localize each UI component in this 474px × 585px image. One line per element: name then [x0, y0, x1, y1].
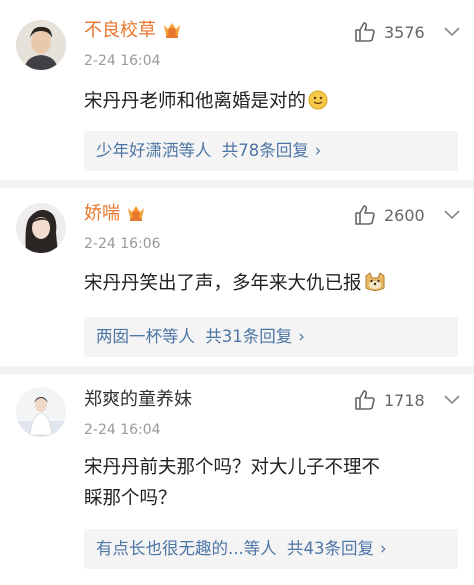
reply-summary[interactable]: 少年好潇洒等人 共78条回复 ›	[84, 131, 458, 171]
comment-time: 2-24 16:04	[84, 422, 161, 438]
chevron-right-icon: ›	[380, 539, 387, 558]
comment-item: 娇喘 2-24 16:06 2600 宋丹丹笑出了声，多年来大仇已报 两囡一杯等…	[0, 188, 474, 368]
like-count: 1718	[384, 391, 425, 410]
comment-text: 宋丹丹老师和他离婚是对的	[84, 86, 454, 120]
vip-badge-icon	[126, 204, 146, 222]
comment-text: 宋丹丹前夫那个吗？对大儿子不理不 睬那个吗？	[84, 457, 381, 509]
avatar[interactable]	[16, 387, 66, 437]
username[interactable]: 不良校草	[84, 20, 182, 42]
avatar[interactable]	[16, 20, 66, 70]
chevron-down-icon[interactable]	[444, 27, 460, 37]
reply-summary[interactable]: 两囡一杯等人 共31条回复 ›	[84, 317, 458, 357]
like-count: 3576	[384, 23, 425, 42]
vip-badge-icon	[162, 21, 182, 39]
chevron-down-icon[interactable]	[444, 210, 460, 220]
smile-emoji-icon	[308, 89, 328, 120]
username[interactable]: 娇喘	[84, 203, 146, 225]
comment-item: 不良校草 2-24 16:04 3576 宋丹丹老师和他离婚是对的 少年好潇洒等…	[0, 0, 474, 190]
thumbs-up-icon	[355, 22, 375, 42]
chevron-right-icon: ›	[314, 141, 322, 160]
comment-item: 郑爽的童养妹 2-24 16:04 1718 宋丹丹前夫那个吗？对大儿子不理不 …	[0, 374, 474, 585]
divider	[0, 180, 474, 188]
comment-time: 2-24 16:04	[84, 53, 161, 69]
doge-emoji-icon	[364, 271, 386, 302]
chevron-right-icon: ›	[298, 327, 305, 346]
chevron-down-icon[interactable]	[444, 395, 460, 405]
divider	[0, 366, 474, 374]
thumbs-up-icon	[355, 205, 375, 225]
thumbs-up-icon	[355, 390, 375, 410]
avatar[interactable]	[16, 203, 66, 253]
like-count: 2600	[384, 206, 425, 225]
comment-text: 宋丹丹笑出了声，多年来大仇已报	[84, 268, 454, 302]
reply-summary[interactable]: 有点长也很无趣的...等人 共43条回复 ›	[84, 529, 458, 569]
comment-time: 2-24 16:06	[84, 236, 161, 252]
username[interactable]: 郑爽的童养妹	[84, 389, 192, 411]
